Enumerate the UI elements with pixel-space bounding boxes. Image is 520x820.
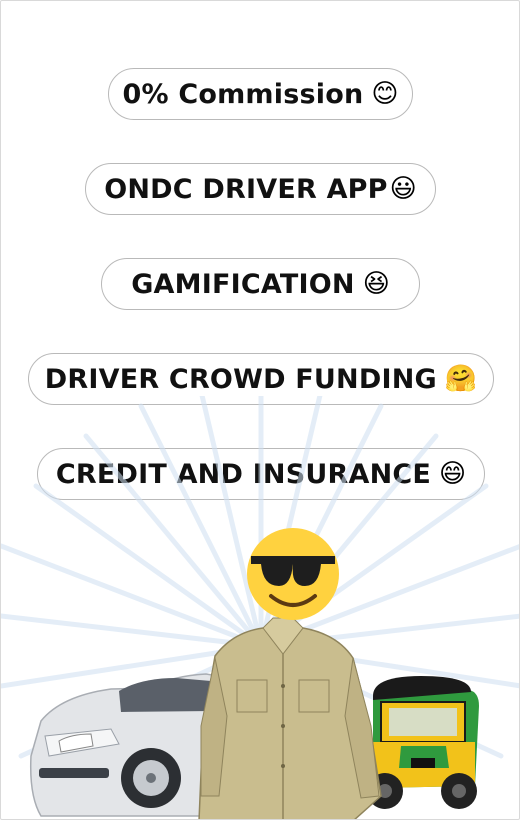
feature-label: ONDC DRIVER APP	[104, 173, 388, 205]
hug-emoji-icon: 🤗	[444, 364, 478, 394]
person-icon	[198, 617, 382, 819]
feature-commission[interactable]: 0% Commission 😊	[108, 68, 413, 120]
feature-ondc-driver-app[interactable]: ONDC DRIVER APP 😃	[85, 163, 436, 215]
grin-emoji-icon: 😃	[389, 174, 417, 204]
laughing-emoji-icon: 😆	[362, 269, 390, 299]
driver-illustration	[1, 396, 519, 819]
feature-label: GAMIFICATION	[131, 268, 355, 300]
feature-label: 0% Commission	[122, 78, 364, 110]
smile-emoji-icon: 😊	[371, 79, 399, 109]
auto-rickshaw-icon	[367, 676, 479, 809]
feature-gamification[interactable]: GAMIFICATION 😆	[101, 258, 420, 310]
app-screen: 0% Commission 😊 ONDC DRIVER APP 😃 GAMIFI…	[0, 0, 520, 820]
feature-label: DRIVER CROWD FUNDING	[44, 363, 437, 395]
sunglasses-face-icon	[247, 528, 339, 620]
